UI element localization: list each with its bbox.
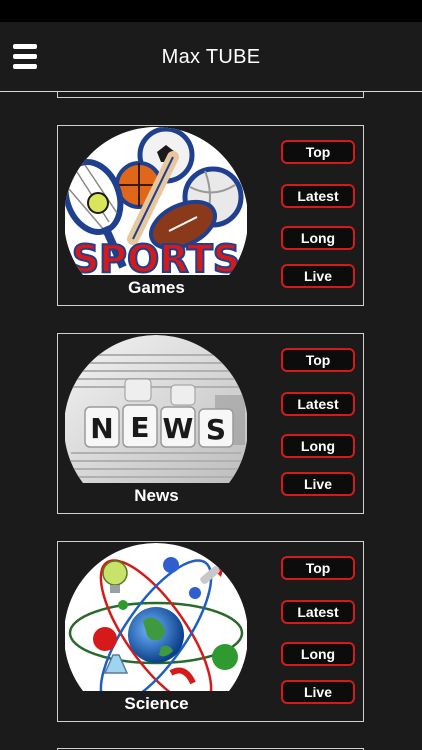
science-latest-button[interactable]: Latest [281,600,355,624]
category-card-games: SPORTS Games Top Latest Long Live [57,125,364,306]
science-globe-atom-image[interactable] [65,543,247,691]
news-dice-letter: N [90,412,113,445]
games-long-button[interactable]: Long [281,226,355,250]
news-dice-letter: W [163,412,194,445]
news-dice-letter: E [130,411,149,444]
category-card-partial [57,92,364,98]
news-dice-letter: S [206,413,226,446]
category-list[interactable]: SPORTS Games Top Latest Long Live N E W … [0,92,422,750]
games-live-button[interactable]: Live [281,264,355,288]
status-bar [0,0,422,22]
games-latest-button[interactable]: Latest [281,184,355,208]
category-card-science: Science Top Latest Long Live [57,541,364,722]
science-top-button[interactable]: Top [281,556,355,580]
science-live-button[interactable]: Live [281,680,355,704]
category-label-news: News [134,486,179,505]
news-dice-newspaper-image[interactable]: N E W S [65,335,247,483]
sports-thumb-text: SPORTS [72,237,240,275]
games-top-button[interactable]: Top [281,140,355,164]
news-long-button[interactable]: Long [281,434,355,458]
app-header: Max TUBE [0,22,422,92]
news-latest-button[interactable]: Latest [281,392,355,416]
science-long-button[interactable]: Long [281,642,355,666]
sports-equipment-image[interactable]: SPORTS [65,127,247,275]
news-top-button[interactable]: Top [281,348,355,372]
category-label-science: Science [124,694,189,713]
category-card-news: N E W S News Top Latest Long Live [57,333,364,514]
category-label-games: Games [128,278,185,297]
news-live-button[interactable]: Live [281,472,355,496]
page-title: Max TUBE [161,46,261,68]
